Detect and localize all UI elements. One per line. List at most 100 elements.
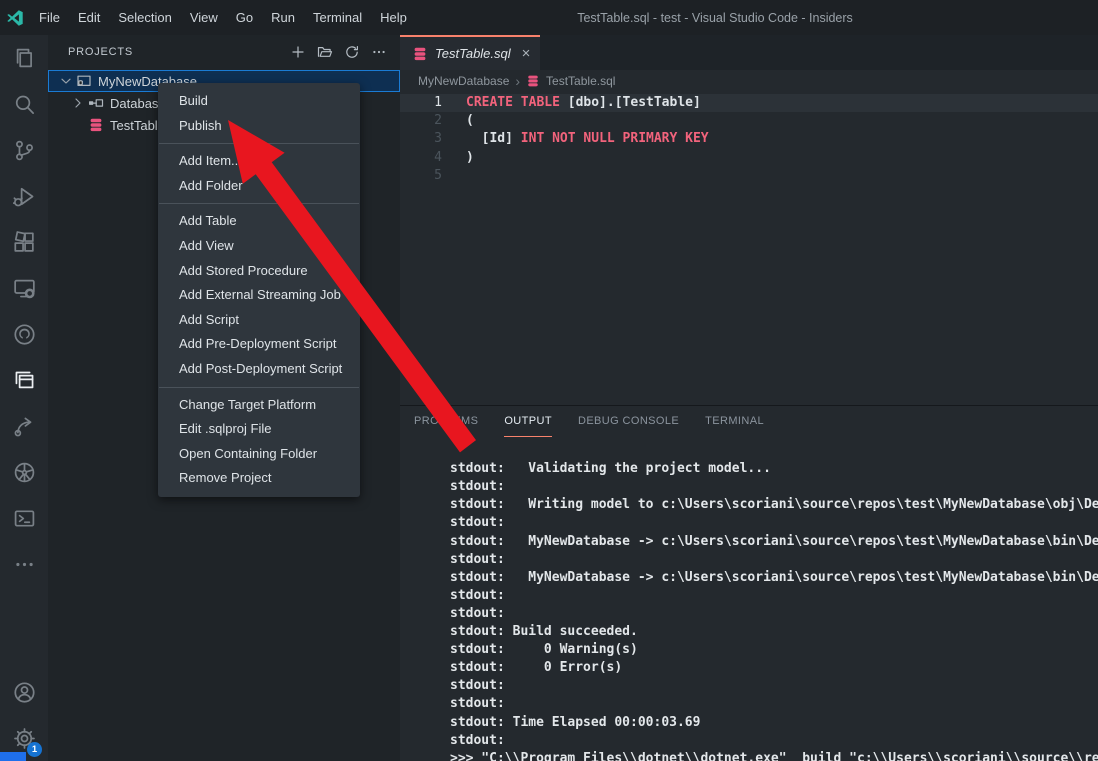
settings-badge: 1 xyxy=(27,742,42,757)
context-menu-item-build[interactable]: Build xyxy=(158,89,360,114)
tab-testtable-sql[interactable]: TestTable.sql × xyxy=(400,35,540,70)
activity-more-views-icon[interactable] xyxy=(0,541,48,587)
add-project-icon[interactable] xyxy=(289,43,307,61)
line-number: 5 xyxy=(400,167,466,185)
sidebar-title: PROJECTS xyxy=(68,46,289,58)
activity-source-control-icon[interactable] xyxy=(0,127,48,173)
panel-tab-debug-console[interactable]: DEBUG CONSOLE xyxy=(578,406,679,437)
log-line: stdout: xyxy=(450,478,1098,496)
activity-run-debug-icon[interactable] xyxy=(0,173,48,219)
code-editor[interactable]: 1CREATE TABLE [dbo].[TestTable]2(3 [Id] … xyxy=(400,92,1098,405)
context-menu-item-add-stored-procedure[interactable]: Add Stored Procedure xyxy=(158,259,360,284)
menu-selection[interactable]: Selection xyxy=(109,0,180,35)
panel-tab-problems[interactable]: PROBLEMS xyxy=(414,406,478,437)
log-line-clipped: stdout: Validating the project model... xyxy=(450,460,1098,478)
log-line: stdout: xyxy=(450,551,1098,569)
activity-kubernetes-icon[interactable] xyxy=(0,449,48,495)
code-line-5: 5 xyxy=(400,167,1098,185)
activity-powershell-icon[interactable] xyxy=(0,495,48,541)
context-menu-item-open-containing-folder[interactable]: Open Containing Folder xyxy=(158,442,360,467)
context-menu-item-add-table[interactable]: Add Table xyxy=(158,209,360,234)
code-line-1: 1CREATE TABLE [dbo].[TestTable] xyxy=(400,94,1098,112)
title-bar: FileEditSelectionViewGoRunTerminalHelp T… xyxy=(0,0,1098,35)
log-line: stdout: Writing model to c:\Users\scoria… xyxy=(450,496,1098,514)
panel-tab-output[interactable]: OUTPUT xyxy=(504,406,552,437)
chevron-spacer xyxy=(70,117,86,133)
breadcrumb-item-mynewdatabase[interactable]: MyNewDatabase xyxy=(418,74,509,88)
sidebar-header: PROJECTS xyxy=(48,35,400,69)
line-number: 2 xyxy=(400,112,466,130)
sql-file-icon xyxy=(412,46,428,62)
activity-search-icon[interactable] xyxy=(0,81,48,127)
log-line: stdout: xyxy=(450,587,1098,605)
activity-github-icon[interactable] xyxy=(0,311,48,357)
breadcrumb: MyNewDatabase›TestTable.sql xyxy=(400,70,1098,92)
context-menu-item-add-folder[interactable]: Add Folder xyxy=(158,174,360,199)
log-line: stdout: 0 Warning(s) xyxy=(450,641,1098,659)
context-menu-item-change-target-platform[interactable]: Change Target Platform xyxy=(158,393,360,418)
context-menu-separator xyxy=(159,387,359,388)
activity-database-projects-icon[interactable] xyxy=(0,357,48,403)
code-line-4: 4) xyxy=(400,149,1098,167)
chevron-right-icon[interactable] xyxy=(70,95,86,111)
code-line-2: 2( xyxy=(400,112,1098,130)
context-menu-item-add-post-deployment-script[interactable]: Add Post-Deployment Script xyxy=(158,357,360,382)
context-menu-separator xyxy=(159,203,359,204)
code-text: ) xyxy=(466,149,474,167)
more-actions-icon[interactable] xyxy=(370,43,388,61)
context-menu-item-publish[interactable]: Publish xyxy=(158,114,360,139)
log-line: stdout: xyxy=(450,695,1098,713)
tree-item-label: TestTable xyxy=(110,118,165,133)
activity-account-icon[interactable] xyxy=(0,669,48,715)
context-menu-item-remove-project[interactable]: Remove Project xyxy=(158,466,360,491)
log-line: stdout: xyxy=(450,605,1098,623)
menu-file[interactable]: File xyxy=(30,0,69,35)
close-tab-icon[interactable]: × xyxy=(522,46,531,61)
activity-live-share-icon[interactable] xyxy=(0,403,48,449)
menu-view[interactable]: View xyxy=(181,0,227,35)
bottom-panel: PROBLEMS OUTPUT DEBUG CONSOLE TERMINAL stdo… xyxy=(400,405,1098,761)
context-menu: BuildPublish Add Item...Add Folder Add Tab… xyxy=(158,83,360,497)
tab-bar: TestTable.sql × xyxy=(400,35,1098,70)
context-menu-item-add-script[interactable]: Add Script xyxy=(158,308,360,333)
code-text: [Id] INT NOT NULL PRIMARY KEY xyxy=(466,130,709,148)
menu-bar: FileEditSelectionViewGoRunTerminalHelp xyxy=(30,0,416,35)
remote-status-sliver[interactable] xyxy=(0,752,26,761)
menu-run[interactable]: Run xyxy=(262,0,304,35)
tab-label: TestTable.sql xyxy=(435,46,511,61)
context-menu-item-edit-sqlproj-file[interactable]: Edit .sqlproj File xyxy=(158,417,360,442)
sql-file-icon xyxy=(88,117,104,133)
log-line: stdout: 0 Error(s) xyxy=(450,659,1098,677)
activity-extensions-icon[interactable] xyxy=(0,219,48,265)
log-line: stdout: xyxy=(450,677,1098,695)
context-menu-item-add-view[interactable]: Add View xyxy=(158,234,360,259)
line-number: 4 xyxy=(400,149,466,167)
breadcrumb-item-testtable-sql[interactable]: TestTable.sql xyxy=(546,74,615,88)
line-number: 1 xyxy=(400,94,466,112)
log-line: stdout: MyNewDatabase -> c:\Users\scoria… xyxy=(450,533,1098,551)
project-icon xyxy=(76,73,92,89)
context-menu-item-add-external-streaming-job[interactable]: Add External Streaming Job xyxy=(158,283,360,308)
editor-area: TestTable.sql × MyNewDatabase›TestTable.… xyxy=(400,35,1098,761)
context-menu-item-add-pre-deployment-script[interactable]: Add Pre-Deployment Script xyxy=(158,332,360,357)
context-menu-separator xyxy=(159,143,359,144)
code-text: ( xyxy=(466,112,474,130)
menu-edit[interactable]: Edit xyxy=(69,0,109,35)
menu-go[interactable]: Go xyxy=(227,0,262,35)
refresh-icon[interactable] xyxy=(343,43,361,61)
menu-help[interactable]: Help xyxy=(371,0,416,35)
panel-tab-terminal[interactable]: TERMINAL xyxy=(705,406,764,437)
context-menu-item-add-item[interactable]: Add Item... xyxy=(158,149,360,174)
chevron-down-icon[interactable] xyxy=(58,73,74,89)
database-ref-icon xyxy=(88,95,104,111)
log-line: >>> "C:\\Program Files\\dotnet\\dotnet.e… xyxy=(450,750,1098,761)
output-log[interactable]: stdout: Validating the project model...s… xyxy=(400,437,1098,761)
log-line: stdout: Time Elapsed 00:00:03.69 xyxy=(450,714,1098,732)
vscode-insiders-logo xyxy=(0,9,30,27)
activity-remote-explorer-icon[interactable] xyxy=(0,265,48,311)
panel-tab-bar: PROBLEMS OUTPUT DEBUG CONSOLE TERMINAL xyxy=(400,406,1098,437)
activity-explorer-icon[interactable] xyxy=(0,35,48,81)
open-folder-icon[interactable] xyxy=(316,43,334,61)
menu-terminal[interactable]: Terminal xyxy=(304,0,371,35)
code-text: CREATE TABLE [dbo].[TestTable] xyxy=(466,94,701,112)
